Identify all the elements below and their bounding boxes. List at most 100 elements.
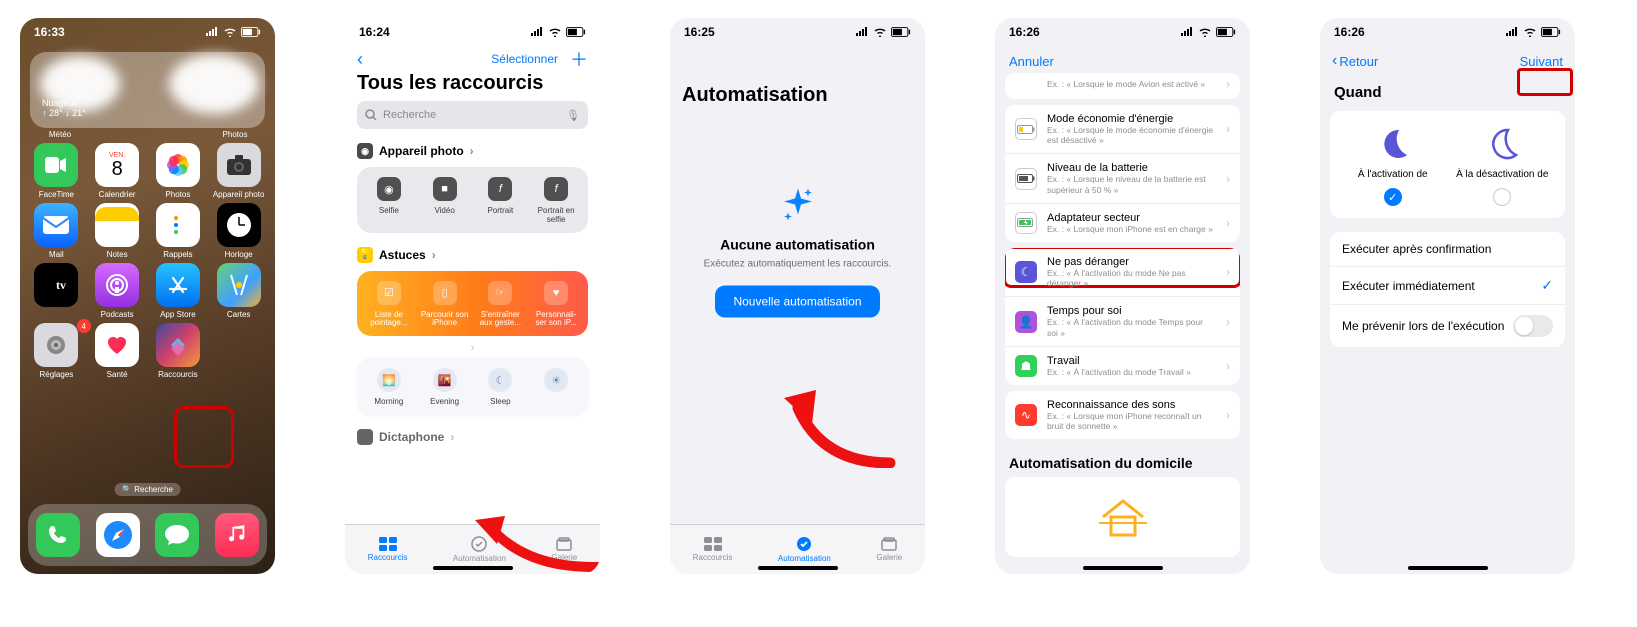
- empty-state: Aucune automatisation Exécutez automatiq…: [670, 186, 925, 317]
- choice-deactivation[interactable]: À la désactivation de: [1450, 127, 1555, 206]
- checkmark-icon: ✓: [1541, 277, 1553, 294]
- app-maps[interactable]: Cartes: [208, 263, 269, 319]
- chevron-right-icon: ›: [450, 430, 454, 444]
- mic-icon[interactable]: 🎙︎: [566, 109, 580, 122]
- astuce-4[interactable]: ♥Personnali-ser son iP...: [528, 281, 584, 329]
- moon-icon: ☾: [1015, 261, 1037, 283]
- search-input[interactable]: Recherche 🎙︎: [357, 101, 588, 129]
- home-search-pill[interactable]: 🔍 Recherche: [114, 483, 181, 496]
- status-icons: [1180, 27, 1236, 37]
- chevron-right-icon: ›: [1226, 122, 1230, 136]
- weather-widget[interactable]: Nuageux ↑ 28° ↓ 21°: [30, 52, 265, 128]
- briefcase-icon: ☗: [1015, 355, 1037, 377]
- home-indicator: [758, 566, 838, 570]
- screen-shortcuts: 16:24 ‹ Sélectionner ＋ Tous les raccourc…: [345, 18, 600, 574]
- opt-notify[interactable]: Me prévenir lors de l'exécution: [1330, 304, 1565, 347]
- shortcut-portrait-selfie[interactable]: fPortrait en selfie: [528, 177, 584, 225]
- home-icon-grid: FaceTime VEN. 8 Calendrier Photos Appare…: [20, 139, 275, 379]
- tab-raccourcis[interactable]: Raccourcis: [693, 537, 733, 562]
- astuce-1[interactable]: ☑Liste de pointage...: [361, 281, 417, 329]
- sparkle-icon: [780, 186, 816, 230]
- tab-galerie[interactable]: Galerie: [876, 537, 902, 562]
- dock-phone[interactable]: [36, 513, 80, 557]
- choice-activation[interactable]: À l'activation de ✓: [1340, 127, 1445, 206]
- trigger-group-partial: Ex. : « Lorsque le mode Avion est activé…: [1005, 73, 1240, 99]
- trigger-charger[interactable]: Adaptateur secteurEx. : « Lorsque mon iP…: [1005, 203, 1240, 242]
- trigger-lowpower[interactable]: Mode économie d'énergieEx. : « Lorsque l…: [1005, 105, 1240, 153]
- section-astuces[interactable]: 💡 Astuces ›: [345, 243, 600, 267]
- app-health[interactable]: Santé: [87, 323, 148, 379]
- shortcut-video[interactable]: ■Vidéo: [417, 177, 473, 225]
- screen-triggers: 16:26 Annuler Ex. : « Lorsque le mode Av…: [995, 18, 1250, 574]
- time-more[interactable]: ☀: [528, 368, 584, 407]
- dock: [28, 504, 267, 566]
- app-camera[interactable]: Appareil photo: [208, 143, 269, 199]
- widget-label-photos: Photos: [207, 130, 263, 139]
- select-button[interactable]: Sélectionner: [491, 52, 558, 66]
- time-morning[interactable]: 🌅Morning: [361, 368, 417, 407]
- section-dictaphone[interactable]: Dictaphone ›: [345, 425, 600, 449]
- camera-icon: ◉: [357, 143, 373, 159]
- chevron-right-icon: ›: [470, 144, 474, 158]
- toggle-switch[interactable]: [1513, 315, 1553, 337]
- dock-music[interactable]: [215, 513, 259, 557]
- app-photos[interactable]: Photos: [148, 143, 209, 199]
- charger-icon: [1015, 212, 1037, 234]
- app-settings[interactable]: 4 Réglages: [26, 323, 87, 379]
- opt-immediate[interactable]: Exécuter immédiatement ✓: [1330, 266, 1565, 304]
- home-automation-card[interactable]: [1005, 477, 1240, 557]
- trigger-dnd[interactable]: ☾ Ne pas dérangerEx. : « À l'activation …: [1005, 248, 1240, 296]
- trigger-personal[interactable]: 👤 Temps pour soiEx. : « À l'activation d…: [1005, 296, 1240, 345]
- app-facetime[interactable]: FaceTime: [26, 143, 87, 199]
- chevron-right-icon: ›: [432, 248, 436, 262]
- status-icons: [855, 27, 911, 37]
- opt-confirm[interactable]: Exécuter après confirmation: [1330, 232, 1565, 266]
- time-sleep[interactable]: ☾Sleep: [473, 368, 529, 407]
- app-tv[interactable]: tv .: [26, 263, 87, 319]
- astuce-3[interactable]: ☞S'entraîner aux geste...: [473, 281, 529, 329]
- home-automation-title: Automatisation du domicile: [995, 445, 1250, 473]
- empty-subtitle: Exécutez automatiquement les raccourcis.: [704, 258, 892, 269]
- app-notes[interactable]: Notes: [87, 203, 148, 259]
- app-appstore[interactable]: App Store: [148, 263, 209, 319]
- arrow-annotation: [780, 388, 900, 468]
- tab-raccourcis[interactable]: Raccourcis: [368, 537, 408, 562]
- new-automation-button[interactable]: Nouvelle automatisation: [715, 285, 879, 317]
- status-bar: 16:25: [670, 18, 925, 46]
- next-button[interactable]: Suivant: [1520, 54, 1563, 69]
- dock-messages[interactable]: [155, 513, 199, 557]
- status-bar: 16:26: [995, 18, 1250, 46]
- person-icon: 👤: [1015, 311, 1037, 333]
- settings-badge: 4: [77, 319, 91, 333]
- app-podcasts[interactable]: Podcasts: [87, 263, 148, 319]
- status-bar: 16:26: [1320, 18, 1575, 46]
- add-button[interactable]: ＋: [570, 46, 588, 72]
- section-when: Quand: [1320, 76, 1575, 109]
- dock-safari[interactable]: [96, 513, 140, 557]
- shortcut-portrait[interactable]: fPortrait: [473, 177, 529, 225]
- shortcut-selfie[interactable]: ◉Selfie: [361, 177, 417, 225]
- moon-outline-icon: [1485, 127, 1519, 161]
- app-calendar[interactable]: VEN. 8 Calendrier: [87, 143, 148, 199]
- app-clock[interactable]: Horloge: [208, 203, 269, 259]
- section-camera[interactable]: ◉ Appareil photo ›: [345, 139, 600, 163]
- page-title: Tous les raccourcis: [345, 72, 600, 101]
- trigger-sound-recognition[interactable]: ∿ Reconnaissance des sonsEx. : « Lorsque…: [1005, 391, 1240, 439]
- trigger-work[interactable]: ☗ TravailEx. : « À l'activation du mode …: [1005, 346, 1240, 385]
- app-mail[interactable]: Mail: [26, 203, 87, 259]
- tab-automatisation[interactable]: Automatisation: [778, 536, 831, 563]
- back-button[interactable]: ‹Retour: [1332, 52, 1378, 70]
- time-evening[interactable]: 🌇Evening: [417, 368, 473, 407]
- trigger-airplane[interactable]: Ex. : « Lorsque le mode Avion est activé…: [1005, 73, 1240, 99]
- screen-home: 16:33 Nuageux ↑ 28° ↓ 21° Météo Photos F…: [20, 18, 275, 574]
- house-icon: [1099, 497, 1147, 537]
- trigger-battery-level[interactable]: Niveau de la batterieEx. : « Lorsque le …: [1005, 153, 1240, 202]
- tab-galerie[interactable]: Galerie: [551, 537, 577, 562]
- app-reminders[interactable]: Rappels: [148, 203, 209, 259]
- back-button[interactable]: ‹: [357, 50, 363, 68]
- app-shortcuts[interactable]: Raccourcis: [148, 323, 209, 379]
- nav-row: ‹Retour Suivant: [1320, 46, 1575, 76]
- astuce-2[interactable]: ▯Parcourir son iPhone: [417, 281, 473, 329]
- tab-automatisation[interactable]: Automatisation: [453, 536, 506, 563]
- cancel-button[interactable]: Annuler: [995, 46, 1250, 73]
